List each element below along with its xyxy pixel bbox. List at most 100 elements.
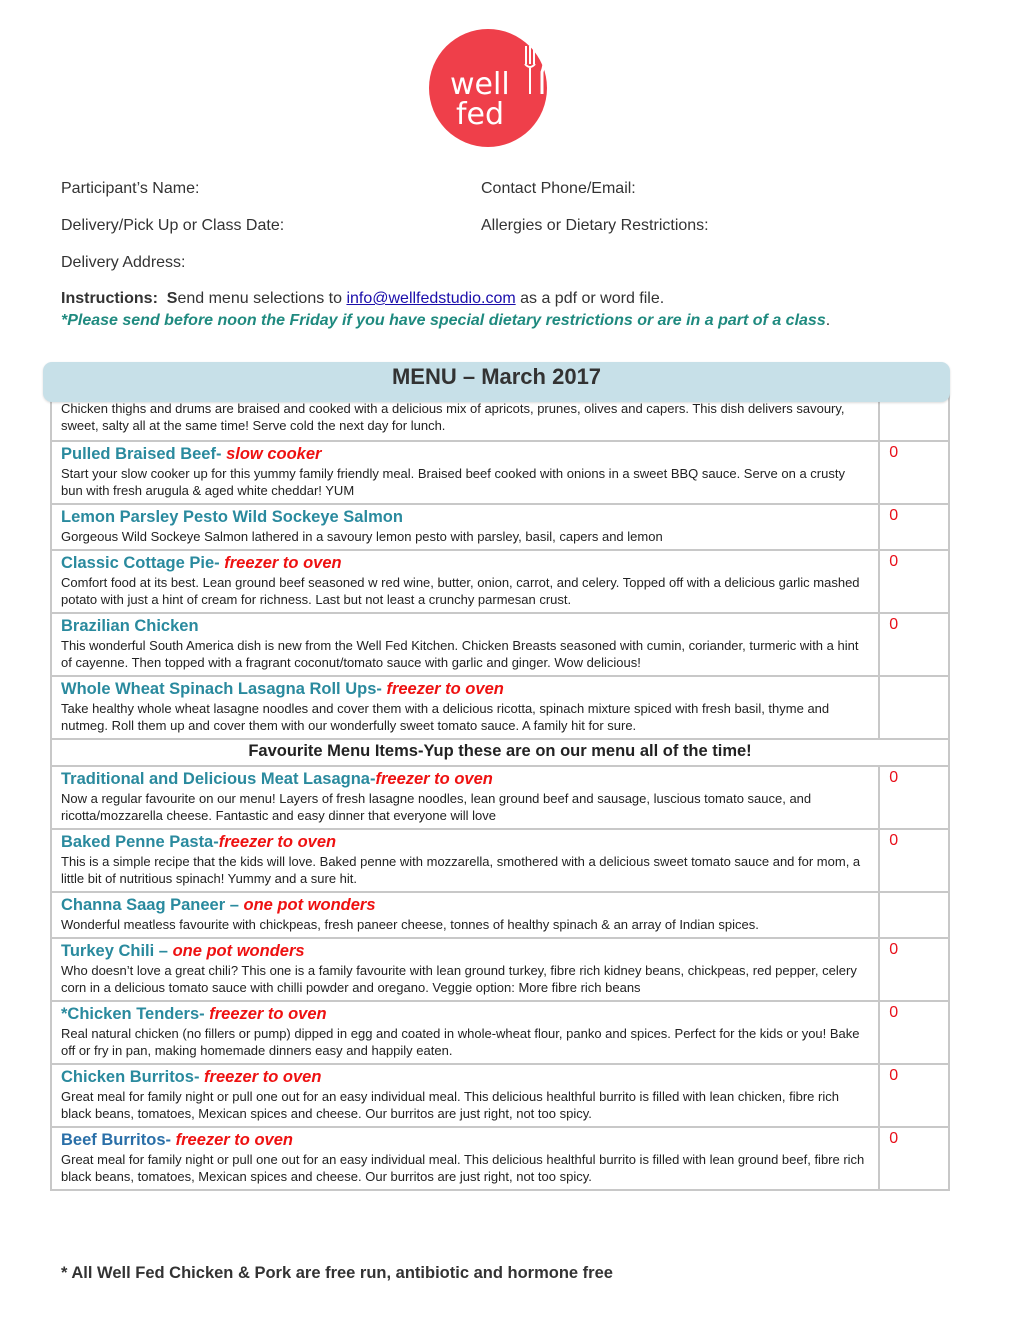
item-description: This wonderful South America dish is new… — [61, 638, 859, 670]
item-quantity[interactable]: 0 — [878, 828, 950, 893]
item-name: Lemon Parsley Pesto Wild Sockeye Salmon — [61, 508, 403, 526]
quantity-value: 0 — [889, 616, 899, 633]
item-quantity[interactable]: 0 — [878, 503, 950, 551]
item-cell: Chicken Burritos- freezer to oven Great … — [49, 1063, 881, 1128]
deadline-note-end: . — [825, 312, 831, 329]
item-quantity[interactable]: 0 — [878, 440, 950, 505]
instructions-label: Instructions: — [61, 290, 158, 307]
instructions: Instructions: Send menu selections to in… — [61, 290, 664, 308]
item-title: Turkey Chili – one pot wonders — [61, 941, 869, 962]
item-tag: slow cooker — [226, 445, 322, 463]
participant-name-field[interactable]: Participant’s Name: — [61, 180, 199, 198]
item-tag: freezer to oven — [175, 1131, 293, 1149]
item-cell: Brazilian Chicken This wonderful South A… — [49, 612, 881, 677]
item-title: Classic Cottage Pie- freezer to oven — [61, 553, 869, 574]
item-name: Channa Saag Paneer – — [61, 896, 244, 914]
item-name: *Chicken Tenders- — [61, 1005, 210, 1023]
item-title: Chicken Burritos- freezer to oven — [61, 1067, 869, 1088]
item-cell: Whole Wheat Spinach Lasagna Roll Ups- fr… — [49, 675, 881, 740]
item-description: Who doesn’t love a great chili? This one… — [61, 963, 857, 995]
quantity-value: 0 — [889, 1130, 899, 1147]
item-name: Brazilian Chicken — [61, 617, 199, 635]
menu-item-row: Whole Wheat Spinach Lasagna Roll Ups- fr… — [49, 675, 950, 740]
item-tag: freezer to oven — [375, 770, 493, 788]
item-title: Traditional and Delicious Meat Lasagna-f… — [61, 769, 869, 790]
item-title: *Chicken Tenders- freezer to oven — [61, 1004, 869, 1025]
item-tag: one pot wonders — [243, 896, 376, 914]
menu-item-row: Channa Saag Paneer – one pot wonders Won… — [49, 891, 950, 939]
menu-item-row: Traditional and Delicious Meat Lasagna-f… — [49, 765, 950, 830]
email-link[interactable]: info@wellfedstudio.com — [346, 290, 515, 307]
item-title: Baked Penne Pasta-freezer to oven — [61, 832, 869, 853]
item-tag: freezer to oven — [224, 554, 342, 572]
menu-item-row: Turkey Chili – one pot wonders Who doesn… — [49, 937, 950, 1002]
quantity-value: 0 — [889, 553, 899, 570]
item-quantity[interactable]: 0 — [878, 612, 950, 677]
footnote: * All Well Fed Chicken & Pork are free r… — [61, 1264, 613, 1282]
item-quantity[interactable]: 0 — [878, 765, 950, 830]
menu-item-row: Pulled Braised Beef- slow cooker Start y… — [49, 440, 950, 505]
contact-field[interactable]: Contact Phone/Email: — [481, 180, 636, 198]
item-name: Traditional and Delicious Meat Lasagna- — [61, 770, 376, 788]
quantity-value: 0 — [889, 832, 899, 849]
item-quantity[interactable] — [878, 891, 950, 939]
item-cell: *Chicken Tenders- freezer to oven Real n… — [49, 1000, 881, 1065]
instructions-first-letter: S — [166, 290, 178, 307]
item-tag: freezer to oven — [209, 1005, 327, 1023]
item-description: Chicken thighs and drums are braised and… — [61, 401, 845, 433]
item-cell: Turkey Chili – one pot wonders Who doesn… — [49, 937, 881, 1002]
menu-header: MENU – March 2017 — [43, 362, 950, 402]
quantity-value: 0 — [889, 769, 899, 786]
instructions-text: end menu selections to — [177, 290, 347, 307]
item-title: Channa Saag Paneer – one pot wonders — [61, 895, 869, 916]
item-description: Start your slow cooker up for this yummy… — [61, 466, 845, 498]
quantity-value: 0 — [889, 1004, 899, 1021]
item-cell: Pulled Braised Beef- slow cooker Start y… — [49, 440, 881, 505]
item-name: Baked Penne Pasta- — [61, 833, 219, 851]
favourites-section-row: Favourite Menu Items-Yup these are on ou… — [50, 738, 950, 767]
item-description: Wonderful meatless favourite with chickp… — [61, 917, 759, 932]
item-title: Beef Burritos- freezer to oven — [61, 1130, 869, 1151]
item-tag: freezer to oven — [218, 833, 337, 851]
menu-item-row: Classic Cottage Pie- freezer to oven Com… — [49, 549, 950, 614]
item-quantity[interactable]: 0 — [878, 937, 950, 1002]
allergies-field[interactable]: Allergies or Dietary Restrictions: — [481, 217, 709, 235]
menu-item-row: Lemon Parsley Pesto Wild Sockeye Salmon … — [49, 503, 950, 551]
item-title: Whole Wheat Spinach Lasagna Roll Ups- fr… — [61, 679, 869, 700]
item-name: Pulled Braised Beef- — [61, 445, 227, 463]
item-name: Chicken Burritos- — [61, 1068, 205, 1086]
quantity-value: 0 — [889, 941, 899, 958]
item-tag: one pot wonders — [172, 942, 305, 960]
item-title: Pulled Braised Beef- slow cooker — [61, 444, 869, 465]
item-tag: freezer to oven — [204, 1068, 322, 1086]
item-name: Beef Burritos- — [61, 1131, 176, 1149]
item-description: Great meal for family night or pull one … — [61, 1089, 839, 1121]
item-tag: freezer to oven — [386, 680, 504, 698]
item-quantity[interactable]: 0 — [878, 549, 950, 614]
delivery-address-field[interactable]: Delivery Address: — [61, 254, 186, 272]
item-description: Gorgeous Wild Sockeye Salmon lathered in… — [61, 529, 663, 544]
item-description: Comfort food at its best. Lean ground be… — [61, 575, 860, 607]
item-quantity[interactable]: 0 — [878, 1000, 950, 1065]
menu-item-row: Chicken Burritos- freezer to oven Great … — [49, 1063, 950, 1128]
item-quantity[interactable] — [878, 675, 950, 740]
menu-item-row: Beef Burritos- freezer to oven Great mea… — [49, 1126, 950, 1191]
item-quantity[interactable]: 0 — [878, 1063, 950, 1128]
delivery-date-field[interactable]: Delivery/Pick Up or Class Date: — [61, 217, 284, 235]
deadline-note: *Please send before noon the Friday if y… — [61, 312, 830, 330]
item-cell: Traditional and Delicious Meat Lasagna-f… — [49, 765, 881, 830]
menu-item-row: *Chicken Tenders- freezer to oven Real n… — [49, 1000, 950, 1065]
quantity-value: 0 — [889, 444, 899, 461]
logo-badge-icon: well fed — [429, 29, 547, 147]
quantity-value: 0 — [889, 507, 899, 524]
item-quantity[interactable]: 0 — [878, 1126, 950, 1191]
menu-table: Chicken thighs and drums are braised and… — [49, 376, 950, 1191]
logo-text-fed: fed — [456, 97, 504, 132]
menu-item-row: Baked Penne Pasta-freezer to oven This i… — [49, 828, 950, 893]
favourites-header: Favourite Menu Items-Yup these are on ou… — [50, 738, 950, 767]
item-cell: Baked Penne Pasta-freezer to oven This i… — [49, 828, 881, 893]
item-title: Brazilian Chicken — [61, 616, 869, 637]
item-name: Turkey Chili – — [61, 942, 173, 960]
item-cell: Beef Burritos- freezer to oven Great mea… — [49, 1126, 881, 1191]
item-cell: Lemon Parsley Pesto Wild Sockeye Salmon … — [49, 503, 881, 551]
